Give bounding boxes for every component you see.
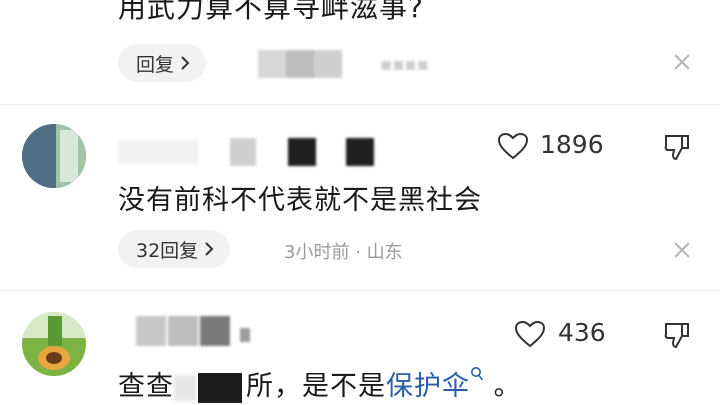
avatar[interactable] — [22, 124, 86, 188]
comment-text-end: 。 — [484, 371, 522, 402]
close-icon[interactable] — [672, 240, 692, 260]
reply-label: 回复 — [136, 53, 175, 76]
search-icon[interactable] — [470, 366, 484, 382]
divider — [0, 290, 720, 291]
chevron-right-icon — [205, 242, 214, 256]
heart-icon[interactable] — [497, 132, 529, 160]
dislike-icon[interactable] — [662, 132, 692, 162]
reply-button[interactable]: 回复 — [118, 44, 207, 82]
chevron-right-icon — [181, 56, 190, 70]
keyword-link[interactable]: 保护伞 — [386, 371, 470, 402]
like-count: 1896 — [540, 130, 604, 159]
comment-text-mid: 所 — [246, 371, 274, 402]
reply-button[interactable]: 32回复 — [118, 230, 231, 268]
dislike-icon[interactable] — [662, 320, 692, 350]
redacted-username — [136, 316, 264, 346]
comment-meta: ▪▪▪▪ — [380, 54, 429, 75]
comment-text: 查查 所，是不是保护伞 。 — [118, 364, 522, 403]
comment-text-prefix: 查查 — [118, 371, 174, 402]
heart-icon[interactable] — [514, 320, 546, 348]
reply-label: 32回复 — [136, 239, 199, 262]
close-icon[interactable] — [672, 52, 692, 72]
redacted-username — [118, 138, 378, 166]
comment-text: 用武力算不算寻衅滋事? — [118, 0, 424, 24]
comment-text-sep: ，是不是 — [274, 371, 386, 402]
comment-text: 没有前科不代表就不是黑社会 — [118, 185, 482, 216]
redacted-username — [258, 50, 342, 78]
like-count: 436 — [558, 318, 606, 347]
divider — [0, 104, 720, 105]
redacted-text — [174, 372, 246, 403]
comment-meta: 3小时前 · 山东 — [284, 242, 403, 263]
avatar[interactable] — [22, 312, 86, 376]
